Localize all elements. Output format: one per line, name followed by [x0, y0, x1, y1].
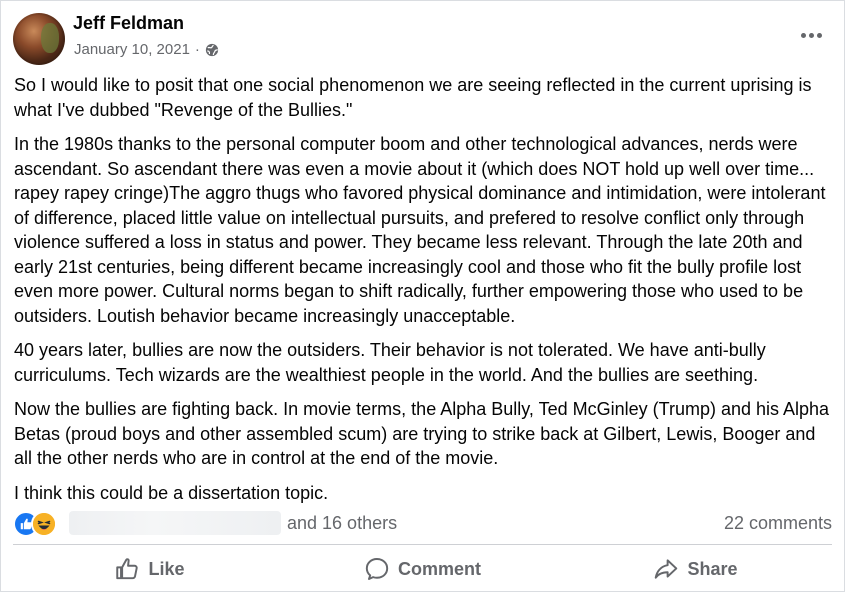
meta-separator: · — [194, 41, 200, 58]
comments-count-link[interactable]: 22 comments — [724, 513, 832, 534]
haha-reaction-icon — [31, 511, 57, 537]
comment-button[interactable]: Comment — [286, 549, 559, 589]
reactor-names-blurred[interactable] — [69, 511, 281, 535]
post-paragraph: I think this could be a dissertation top… — [14, 482, 329, 503]
post-card: Jeff Feldman January 10, 2021 · So I wou… — [0, 0, 845, 592]
more-options-button[interactable] — [798, 25, 824, 45]
comment-label: Comment — [397, 558, 481, 579]
reactions-row: and 16 others 22 comments — [13, 509, 832, 537]
comment-bubble-icon — [365, 558, 389, 580]
post-meta: January 10, 2021 · — [74, 41, 219, 58]
like-label: Like — [148, 558, 185, 579]
more-dot — [800, 32, 806, 38]
actions-divider — [13, 544, 832, 545]
author-avatar[interactable] — [13, 13, 65, 65]
action-bar: Like Comment Share — [13, 549, 832, 589]
author-name[interactable]: Jeff Feldman — [73, 13, 184, 34]
more-dot — [808, 32, 814, 38]
post-paragraph: Now the bullies are fighting back. In mo… — [14, 399, 830, 468]
reaction-icons[interactable] — [13, 509, 61, 537]
share-button[interactable]: Share — [559, 549, 832, 589]
post-paragraph: 40 years later, bullies are now the outs… — [14, 340, 766, 385]
like-button[interactable]: Like — [13, 549, 286, 589]
post-date[interactable]: January 10, 2021 — [74, 41, 190, 58]
globe-icon[interactable] — [205, 43, 219, 57]
share-label: Share — [687, 558, 738, 579]
reaction-others-count[interactable]: and 16 others — [287, 513, 397, 534]
thumbs-up-icon — [116, 558, 139, 580]
post-text: So I would like to posit that one social… — [14, 73, 832, 515]
post-paragraph: In the 1980s thanks to the personal comp… — [14, 134, 826, 326]
more-dot — [816, 32, 822, 38]
post-paragraph: So I would like to posit that one social… — [14, 75, 812, 120]
share-arrow-icon — [655, 559, 678, 579]
